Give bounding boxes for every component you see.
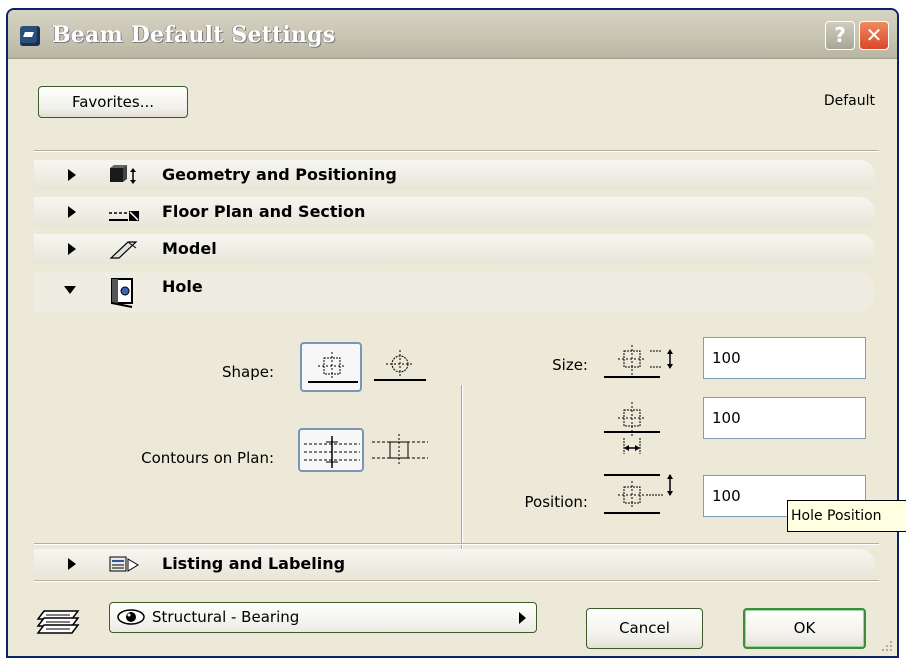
- favorites-button[interactable]: Favorites...: [38, 86, 188, 118]
- panel-listing-and-labeling[interactable]: Listing and Labeling: [34, 549, 875, 579]
- panel-model[interactable]: Model: [34, 234, 875, 264]
- contours-on-plan-label: Contours on Plan:: [141, 449, 274, 467]
- panel-geometry-and-positioning[interactable]: Geometry and Positioning: [34, 160, 875, 190]
- dialog-content: Favorites... Default Geometry and Positi…: [8, 59, 897, 656]
- shape-rectangular-option[interactable]: [300, 342, 362, 392]
- panel-floor-plan-and-section[interactable]: Floor Plan and Section: [34, 197, 875, 227]
- dropdown-arrow-icon: [519, 612, 526, 624]
- beam-default-settings-dialog: Beam Default Settings ? ✕ Favorites... D…: [6, 8, 899, 658]
- expand-triangle-icon[interactable]: [68, 243, 76, 255]
- width-size-icon: [604, 345, 673, 378]
- layer-dropdown[interactable]: Structural - Bearing: [109, 602, 537, 633]
- app-icon: [20, 26, 40, 46]
- window-title: Beam Default Settings: [52, 22, 336, 48]
- position-label: Position:: [524, 493, 588, 511]
- contour-solid-option[interactable]: [298, 428, 364, 472]
- hole-width-field[interactable]: 100: [703, 337, 866, 379]
- layer-icon: [36, 610, 80, 634]
- layer-value: Structural - Bearing: [152, 608, 300, 626]
- floor-plan-icon: [109, 211, 139, 221]
- height-size-icon: [604, 402, 660, 454]
- hole-icon: [111, 278, 133, 308]
- close-button[interactable]: ✕: [859, 21, 889, 50]
- panel-label: Floor Plan and Section: [162, 202, 366, 221]
- collapse-triangle-icon[interactable]: [64, 286, 76, 294]
- panel-label: Geometry and Positioning: [162, 165, 397, 184]
- contour-dashed-icon: [372, 434, 428, 466]
- shape-label: Shape:: [221, 363, 274, 381]
- hole-height-field[interactable]: 100: [703, 397, 866, 439]
- eye-icon: [117, 609, 145, 625]
- shape-circular-option[interactable]: [370, 342, 432, 392]
- panel-label: Model: [162, 239, 217, 258]
- panel-label: Listing and Labeling: [162, 554, 346, 573]
- contour-dashed-option[interactable]: [368, 428, 434, 472]
- geometry-icon: [110, 165, 136, 184]
- separator: [34, 150, 879, 152]
- separator: [34, 580, 879, 582]
- panel-hole[interactable]: Hole: [34, 272, 875, 312]
- default-label: Default: [823, 93, 875, 109]
- help-button[interactable]: ?: [825, 21, 855, 50]
- resize-grip-icon[interactable]: [881, 640, 893, 652]
- expand-triangle-icon[interactable]: [68, 558, 76, 570]
- expand-triangle-icon[interactable]: [68, 169, 76, 181]
- separator: [34, 543, 879, 545]
- tooltip: Hole Position: [787, 500, 906, 532]
- rectangular-shape-icon: [308, 352, 358, 383]
- panel-label: Hole: [162, 277, 203, 296]
- model-icon: [109, 241, 138, 259]
- ok-button[interactable]: OK: [743, 608, 866, 649]
- listing-icon: [109, 556, 139, 572]
- title-bar[interactable]: Beam Default Settings ? ✕: [8, 10, 897, 59]
- expand-triangle-icon[interactable]: [68, 206, 76, 218]
- contour-solid-icon: [304, 436, 360, 468]
- circular-shape-icon: [374, 350, 426, 381]
- cancel-button[interactable]: Cancel: [586, 608, 703, 649]
- size-label: Size:: [552, 356, 588, 374]
- position-icon: [604, 474, 673, 514]
